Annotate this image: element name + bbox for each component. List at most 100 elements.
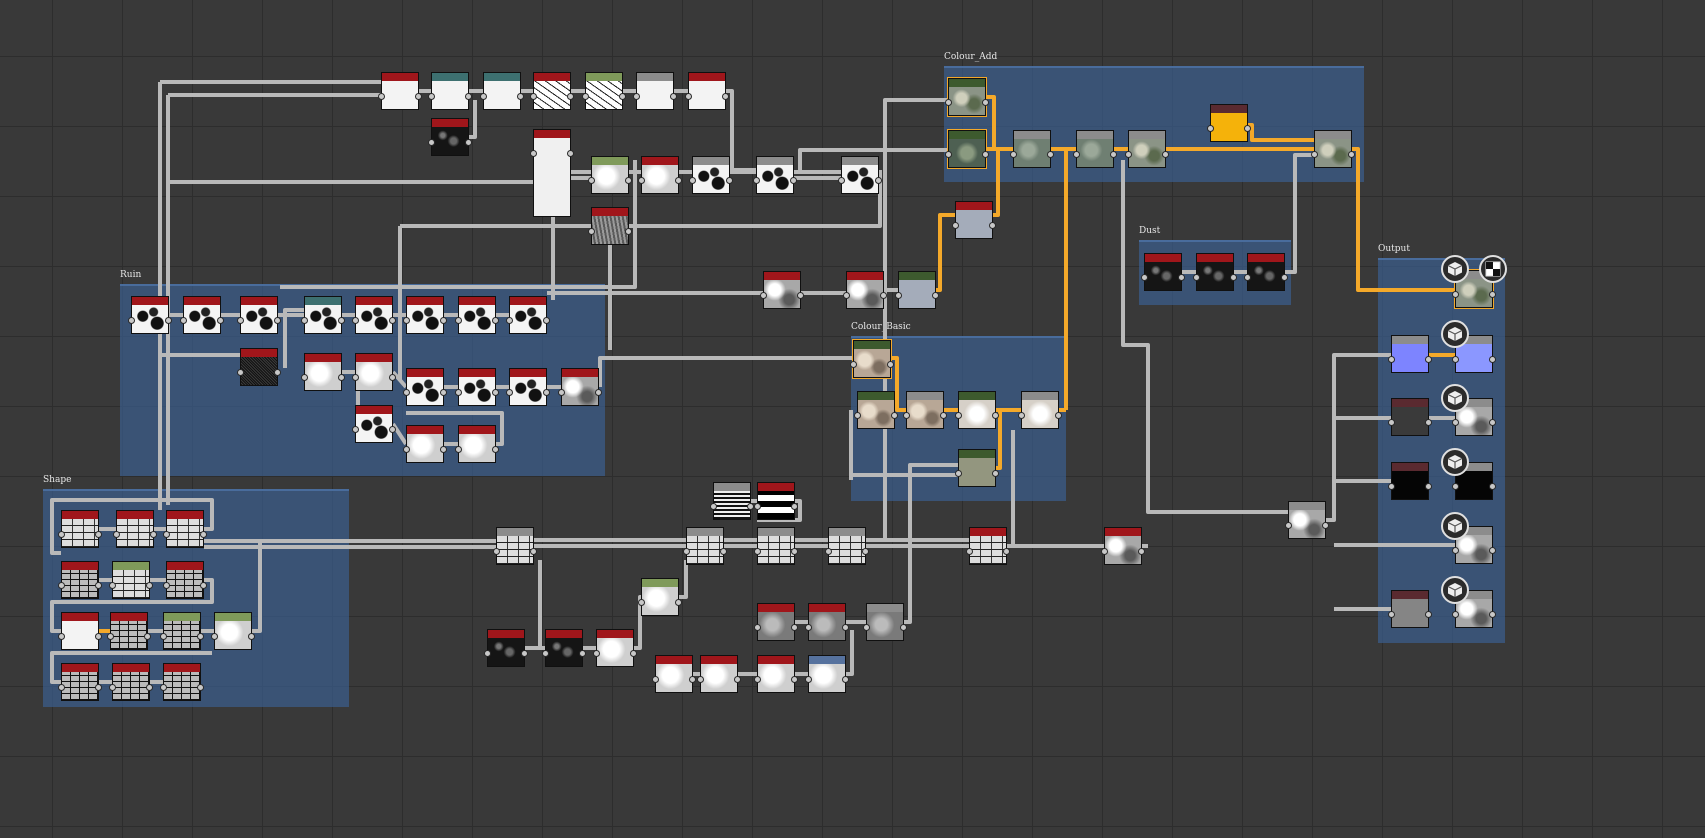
shape-brick-11[interactable] <box>109 663 153 701</box>
output-port[interactable] <box>1489 356 1496 363</box>
node-grunge-1[interactable] <box>652 655 696 693</box>
node-grunge-2[interactable] <box>697 655 741 693</box>
ruin-node-10[interactable] <box>352 353 396 391</box>
output-port[interactable] <box>1489 419 1496 426</box>
output-port[interactable] <box>992 470 999 477</box>
output-port[interactable] <box>1244 125 1251 132</box>
cube-icon[interactable] <box>1441 320 1469 348</box>
input-port[interactable] <box>754 624 761 631</box>
output-port[interactable] <box>675 177 682 184</box>
ruin-node-12[interactable] <box>455 368 499 406</box>
output-ao-src[interactable] <box>1388 590 1432 628</box>
colour-add-blend-3[interactable] <box>1125 130 1169 168</box>
output-port[interactable] <box>567 93 574 100</box>
input-port[interactable] <box>493 548 500 555</box>
ruin-node-9[interactable] <box>301 353 345 391</box>
input-port[interactable] <box>903 412 910 419</box>
node-tile-1[interactable] <box>493 527 537 565</box>
node-blur-1[interactable] <box>754 603 798 641</box>
colour-add-dark[interactable] <box>945 129 989 169</box>
output-port[interactable] <box>1348 151 1355 158</box>
output-port[interactable] <box>1425 419 1432 426</box>
shape-brick-10[interactable] <box>58 663 102 701</box>
node-grayscale[interactable] <box>895 271 939 309</box>
input-port[interactable] <box>1452 419 1459 426</box>
output-port[interactable] <box>689 676 696 683</box>
ruin-noise[interactable] <box>237 348 281 386</box>
ruin-node-1[interactable] <box>128 296 172 334</box>
output-port[interactable] <box>197 633 204 640</box>
output-port[interactable] <box>862 548 869 555</box>
output-port[interactable] <box>543 389 550 396</box>
dust-node-2[interactable] <box>1193 253 1237 291</box>
input-port[interactable] <box>160 633 167 640</box>
output-roughness-src[interactable] <box>1388 398 1432 436</box>
output-port[interactable] <box>880 292 887 299</box>
output-port[interactable] <box>150 531 157 538</box>
input-port[interactable] <box>484 650 491 657</box>
input-port[interactable] <box>128 317 135 324</box>
output-port[interactable] <box>630 650 637 657</box>
ruin-node-3[interactable] <box>237 296 281 334</box>
ruin-node-17[interactable] <box>455 425 499 463</box>
input-port[interactable] <box>952 222 959 229</box>
shape-levels[interactable] <box>211 612 255 650</box>
colour-add-blend-2[interactable] <box>1073 130 1117 168</box>
output-port[interactable] <box>625 228 632 235</box>
input-port[interactable] <box>301 317 308 324</box>
output-port[interactable] <box>517 93 524 100</box>
output-metallic-src[interactable] <box>1388 462 1432 500</box>
node-wood[interactable] <box>588 207 632 245</box>
node-transform[interactable] <box>428 72 472 110</box>
shape-brick-12[interactable] <box>160 663 204 701</box>
input-port[interactable] <box>689 177 696 184</box>
output-port[interactable] <box>274 369 281 376</box>
output-port[interactable] <box>440 389 447 396</box>
node-tile-2[interactable] <box>683 527 727 565</box>
input-port[interactable] <box>109 582 116 589</box>
output-port[interactable] <box>567 150 574 157</box>
output-port[interactable] <box>146 582 153 589</box>
dust-node-1[interactable] <box>1141 253 1185 291</box>
output-port[interactable] <box>1178 274 1185 281</box>
input-port[interactable] <box>588 177 595 184</box>
input-port[interactable] <box>838 177 845 184</box>
input-port[interactable] <box>455 389 462 396</box>
input-port[interactable] <box>403 389 410 396</box>
node-blend-4[interactable] <box>838 156 882 194</box>
output-port[interactable] <box>146 684 153 691</box>
input-port[interactable] <box>163 582 170 589</box>
output-port[interactable] <box>465 93 472 100</box>
output-port[interactable] <box>465 139 472 146</box>
output-port[interactable] <box>200 531 207 538</box>
input-port[interactable] <box>1452 291 1459 298</box>
shape-node-7[interactable] <box>58 612 102 650</box>
input-port[interactable] <box>754 676 761 683</box>
ruin-node-14[interactable] <box>558 368 602 406</box>
cube-icon[interactable] <box>1441 576 1469 604</box>
output-port[interactable] <box>734 676 741 683</box>
input-port[interactable] <box>638 177 645 184</box>
cube-icon[interactable] <box>1441 384 1469 412</box>
node-noise-dark[interactable] <box>428 118 472 156</box>
input-port[interactable] <box>237 369 244 376</box>
input-port[interactable] <box>710 503 717 510</box>
input-port[interactable] <box>854 412 861 419</box>
input-port[interactable] <box>403 446 410 453</box>
input-port[interactable] <box>180 317 187 324</box>
input-port[interactable] <box>530 150 537 157</box>
node-levels-2[interactable] <box>588 156 632 194</box>
ruin-node-7[interactable] <box>455 296 499 334</box>
node-warp[interactable] <box>638 156 682 194</box>
input-port[interactable] <box>754 503 761 510</box>
colour-add-blend-4[interactable] <box>1311 130 1355 168</box>
checker-icon[interactable] <box>1479 255 1507 283</box>
input-port[interactable] <box>1193 274 1200 281</box>
node-clouds-2[interactable] <box>843 271 887 309</box>
node-gradient-map[interactable] <box>952 201 996 239</box>
input-port[interactable] <box>542 650 549 657</box>
ruin-node-6[interactable] <box>403 296 447 334</box>
input-port[interactable] <box>1073 151 1080 158</box>
input-port[interactable] <box>211 633 218 640</box>
input-port[interactable] <box>850 361 857 368</box>
